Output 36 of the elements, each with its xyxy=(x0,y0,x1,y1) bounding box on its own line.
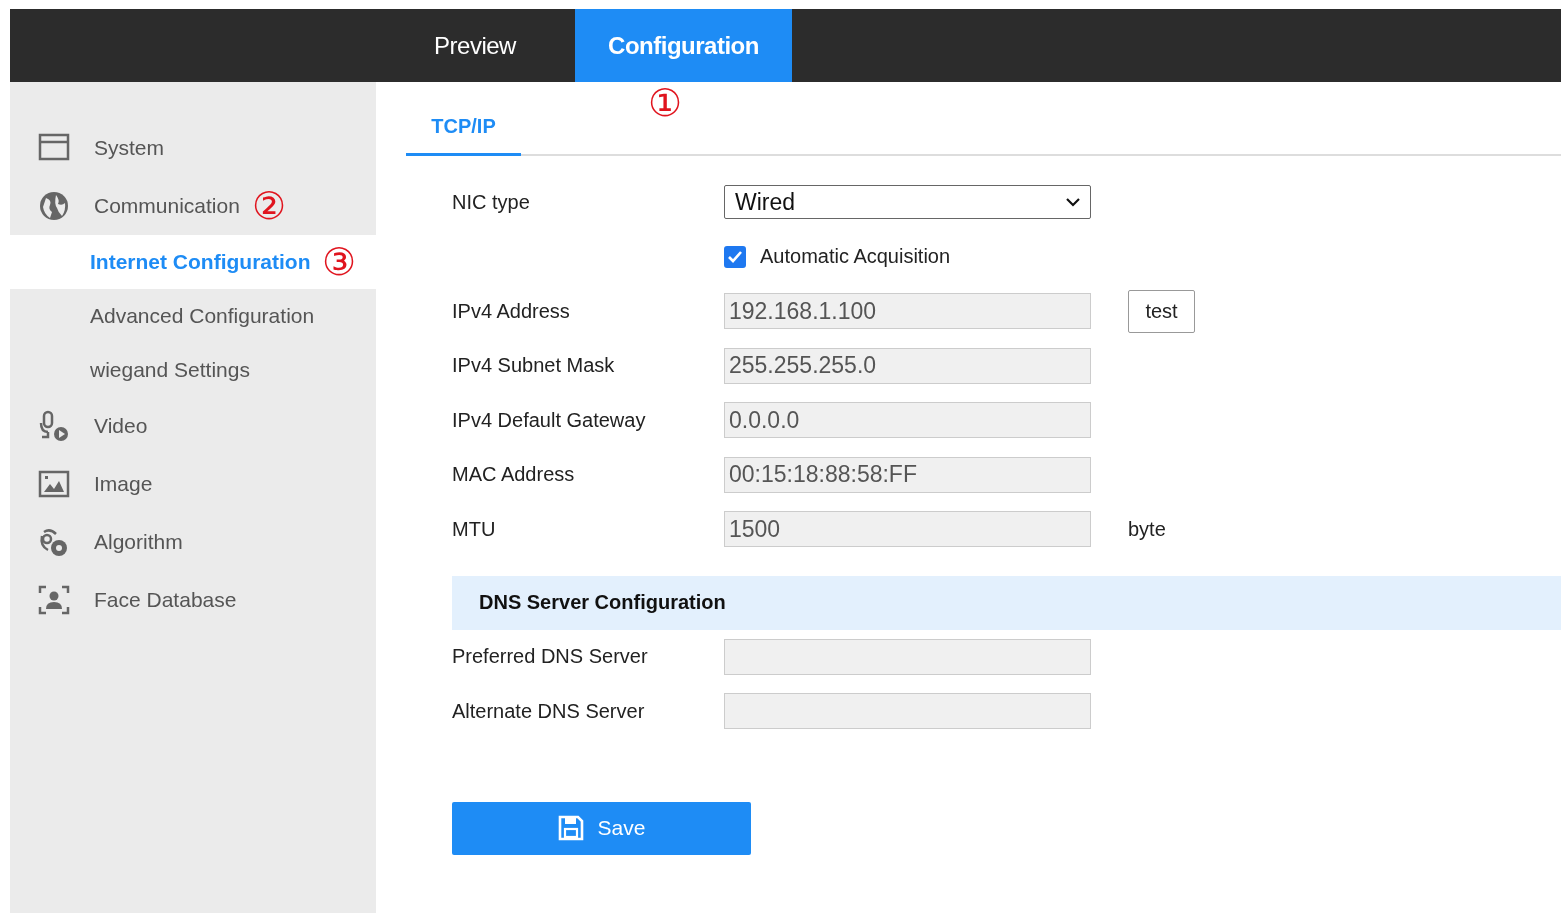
step-marker: ① xyxy=(648,84,682,122)
checkmark-icon xyxy=(727,249,743,264)
nav-tab[interactable]: Preview xyxy=(375,9,575,82)
sidebar-item[interactable]: Image xyxy=(10,455,376,513)
field-label: MAC Address xyxy=(452,463,576,487)
field-label: NIC type xyxy=(452,190,531,214)
face-frame-icon xyxy=(38,584,70,616)
dropdown[interactable]: Wired xyxy=(724,185,1091,220)
sidebar-subitem[interactable]: wiegand Settings xyxy=(10,343,376,397)
globe-icon xyxy=(38,190,70,222)
sidebar-item[interactable]: Video xyxy=(10,397,376,455)
nav-tab[interactable]: Configuration xyxy=(575,9,792,82)
field-label: IPv4 Default Gateway xyxy=(452,408,647,432)
sidebar-item[interactable]: System xyxy=(10,119,376,177)
save-button[interactable]: Save xyxy=(452,801,751,855)
step-marker: ② xyxy=(251,187,286,225)
chevron-down-icon xyxy=(1066,197,1080,207)
step-marker: ③ xyxy=(322,243,357,281)
unit-label: byte xyxy=(1128,517,1166,541)
sidebar-item[interactable]: Communication ② xyxy=(10,177,376,235)
field-label: MTU xyxy=(452,517,497,541)
field-label: IPv4 Subnet Mask xyxy=(452,354,616,378)
orbit-gear-icon xyxy=(38,526,70,558)
image-icon xyxy=(38,468,70,500)
field-label: IPv4 Address xyxy=(452,299,571,323)
field-label: Preferred DNS Server xyxy=(452,645,649,669)
checkbox[interactable] xyxy=(724,245,746,268)
checkbox-label: Automatic Acquisition xyxy=(760,245,951,269)
field-label: Alternate DNS Server xyxy=(452,699,646,723)
sidebar-item[interactable]: Face Database xyxy=(10,571,376,629)
sidebar-item[interactable]: Algorithm xyxy=(10,513,376,571)
sidebar-subitem[interactable]: Internet Configuration ③ xyxy=(10,235,376,289)
microphone-play-icon xyxy=(38,410,70,442)
section-header: DNS Server Configuration xyxy=(452,575,1561,630)
tab[interactable]: TCP/IP xyxy=(406,82,521,156)
sidebar-subitem[interactable]: Advanced Configuration xyxy=(10,289,376,343)
